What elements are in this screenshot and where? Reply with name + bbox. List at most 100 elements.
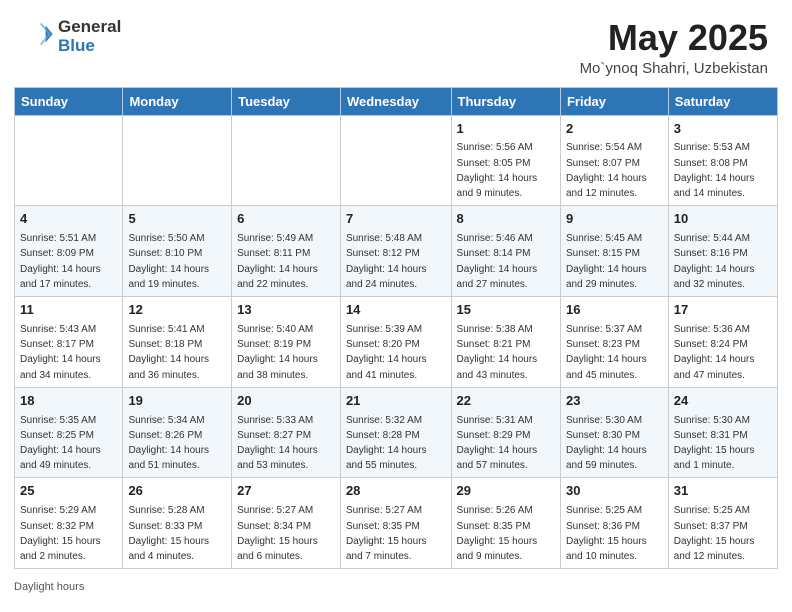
calendar-week-2: 4Sunrise: 5:51 AM Sunset: 8:09 PM Daylig… xyxy=(15,206,778,297)
calendar-cell xyxy=(340,115,451,206)
day-info: Sunrise: 5:32 AM Sunset: 8:28 PM Dayligh… xyxy=(346,415,427,472)
calendar-cell: 21 Sunrise: 5:32 AM Sunset: 8:28 PM Dayli… xyxy=(340,387,451,478)
day-info: Sunrise: 5:36 AM Sunset: 8:24 PM Dayligh… xyxy=(674,324,755,381)
day-info: Sunrise: 5:31 AM Sunset: 8:29 PM Dayligh… xyxy=(457,415,538,472)
calendar-cell xyxy=(123,115,232,206)
day-number: 12 xyxy=(128,301,226,320)
calendar-week-1: 1Sunrise: 5:56 AM Sunset: 8:05 PM Daylig… xyxy=(15,115,778,206)
calendar-cell: 2Sunrise: 5:54 AM Sunset: 8:07 PM Daylig… xyxy=(560,115,668,206)
calendar-cell: 12 Sunrise: 5:41 AM Sunset: 8:18 PM Dayli… xyxy=(123,297,232,388)
day-number: 18 xyxy=(20,392,117,411)
calendar-cell: 13 Sunrise: 5:40 AM Sunset: 8:19 PM Dayli… xyxy=(232,297,341,388)
calendar-week-5: 25 Sunrise: 5:29 AM Sunset: 8:32 PM Dayli… xyxy=(15,478,778,569)
calendar-cell xyxy=(15,115,123,206)
day-number: 25 xyxy=(20,482,117,501)
calendar-cell: 31Sunrise: 5:25 AM Sunset: 8:37 PM Dayli… xyxy=(668,478,777,569)
month-title: May 2025 xyxy=(580,18,768,58)
calendar-header: SundayMondayTuesdayWednesdayThursdayFrid… xyxy=(15,87,778,115)
day-number: 17 xyxy=(674,301,772,320)
day-info: Sunrise: 5:44 AM Sunset: 8:16 PM Dayligh… xyxy=(674,233,755,290)
day-info: Sunrise: 5:29 AM Sunset: 8:32 PM Dayligh… xyxy=(20,505,101,562)
logo-line1: General xyxy=(58,18,121,37)
day-info: Sunrise: 5:48 AM Sunset: 8:12 PM Dayligh… xyxy=(346,233,427,290)
day-number: 29 xyxy=(457,482,555,501)
calendar-wrap: SundayMondayTuesdayWednesdayThursdayFrid… xyxy=(0,87,792,580)
day-number: 28 xyxy=(346,482,446,501)
day-info: Sunrise: 5:27 AM Sunset: 8:34 PM Dayligh… xyxy=(237,505,318,562)
calendar-cell xyxy=(232,115,341,206)
location: Mo`ynoq Shahri, Uzbekistan xyxy=(580,60,768,77)
day-info: Sunrise: 5:30 AM Sunset: 8:31 PM Dayligh… xyxy=(674,415,755,472)
day-info: Sunrise: 5:30 AM Sunset: 8:30 PM Dayligh… xyxy=(566,415,647,472)
day-number: 10 xyxy=(674,210,772,229)
day-number: 19 xyxy=(128,392,226,411)
day-info: Sunrise: 5:33 AM Sunset: 8:27 PM Dayligh… xyxy=(237,415,318,472)
day-number: 20 xyxy=(237,392,335,411)
calendar-cell: 14 Sunrise: 5:39 AM Sunset: 8:20 PM Dayli… xyxy=(340,297,451,388)
calendar-cell: 16 Sunrise: 5:37 AM Sunset: 8:23 PM Dayli… xyxy=(560,297,668,388)
day-number: 5 xyxy=(128,210,226,229)
day-info: Sunrise: 5:34 AM Sunset: 8:26 PM Dayligh… xyxy=(128,415,209,472)
calendar-cell: 20 Sunrise: 5:33 AM Sunset: 8:27 PM Dayli… xyxy=(232,387,341,478)
day-header-sunday: Sunday xyxy=(15,87,123,115)
day-info: Sunrise: 5:50 AM Sunset: 8:10 PM Dayligh… xyxy=(128,233,209,290)
calendar-table: SundayMondayTuesdayWednesdayThursdayFrid… xyxy=(14,87,778,570)
day-info: Sunrise: 5:53 AM Sunset: 8:08 PM Dayligh… xyxy=(674,142,755,199)
day-number: 2 xyxy=(566,120,663,139)
day-info: Sunrise: 5:25 AM Sunset: 8:36 PM Dayligh… xyxy=(566,505,647,562)
logo: General Blue xyxy=(24,18,121,55)
title-block: May 2025 Mo`ynoq Shahri, Uzbekistan xyxy=(580,18,768,77)
day-number: 26 xyxy=(128,482,226,501)
day-info: Sunrise: 5:39 AM Sunset: 8:20 PM Dayligh… xyxy=(346,324,427,381)
day-number: 3 xyxy=(674,120,772,139)
calendar-cell: 19 Sunrise: 5:34 AM Sunset: 8:26 PM Dayli… xyxy=(123,387,232,478)
day-number: 13 xyxy=(237,301,335,320)
day-number: 14 xyxy=(346,301,446,320)
day-header-saturday: Saturday xyxy=(668,87,777,115)
day-number: 24 xyxy=(674,392,772,411)
calendar-cell: 24 Sunrise: 5:30 AM Sunset: 8:31 PM Dayli… xyxy=(668,387,777,478)
calendar-week-4: 18 Sunrise: 5:35 AM Sunset: 8:25 PM Dayli… xyxy=(15,387,778,478)
calendar-cell: 28Sunrise: 5:27 AM Sunset: 8:35 PM Dayli… xyxy=(340,478,451,569)
day-info: Sunrise: 5:45 AM Sunset: 8:15 PM Dayligh… xyxy=(566,233,647,290)
logo-line2: Blue xyxy=(58,37,121,56)
day-number: 8 xyxy=(457,210,555,229)
calendar-cell: 4Sunrise: 5:51 AM Sunset: 8:09 PM Daylig… xyxy=(15,206,123,297)
day-number: 16 xyxy=(566,301,663,320)
day-header-tuesday: Tuesday xyxy=(232,87,341,115)
calendar-cell: 6Sunrise: 5:49 AM Sunset: 8:11 PM Daylig… xyxy=(232,206,341,297)
calendar-cell: 22Sunrise: 5:31 AM Sunset: 8:29 PM Dayli… xyxy=(451,387,560,478)
day-number: 27 xyxy=(237,482,335,501)
day-info: Sunrise: 5:46 AM Sunset: 8:14 PM Dayligh… xyxy=(457,233,538,290)
calendar-cell: 7 Sunrise: 5:48 AM Sunset: 8:12 PM Daylig… xyxy=(340,206,451,297)
day-info: Sunrise: 5:41 AM Sunset: 8:18 PM Dayligh… xyxy=(128,324,209,381)
calendar-cell: 5 Sunrise: 5:50 AM Sunset: 8:10 PM Daylig… xyxy=(123,206,232,297)
day-number: 9 xyxy=(566,210,663,229)
day-number: 7 xyxy=(346,210,446,229)
day-info: Sunrise: 5:28 AM Sunset: 8:33 PM Dayligh… xyxy=(128,505,209,562)
day-info: Sunrise: 5:26 AM Sunset: 8:35 PM Dayligh… xyxy=(457,505,538,562)
day-number: 11 xyxy=(20,301,117,320)
page-header: General Blue May 2025 Mo`ynoq Shahri, Uz… xyxy=(0,0,792,87)
day-info: Sunrise: 5:37 AM Sunset: 8:23 PM Dayligh… xyxy=(566,324,647,381)
calendar-cell: 1Sunrise: 5:56 AM Sunset: 8:05 PM Daylig… xyxy=(451,115,560,206)
day-info: Sunrise: 5:56 AM Sunset: 8:05 PM Dayligh… xyxy=(457,142,538,199)
day-header-friday: Friday xyxy=(560,87,668,115)
day-number: 15 xyxy=(457,301,555,320)
calendar-cell: 23Sunrise: 5:30 AM Sunset: 8:30 PM Dayli… xyxy=(560,387,668,478)
day-info: Sunrise: 5:35 AM Sunset: 8:25 PM Dayligh… xyxy=(20,415,101,472)
day-number: 30 xyxy=(566,482,663,501)
day-number: 21 xyxy=(346,392,446,411)
calendar-cell: 9 Sunrise: 5:45 AM Sunset: 8:15 PM Daylig… xyxy=(560,206,668,297)
day-number: 6 xyxy=(237,210,335,229)
calendar-cell: 27 Sunrise: 5:27 AM Sunset: 8:34 PM Dayli… xyxy=(232,478,341,569)
day-info: Sunrise: 5:43 AM Sunset: 8:17 PM Dayligh… xyxy=(20,324,101,381)
calendar-cell: 3 Sunrise: 5:53 AM Sunset: 8:08 PM Daylig… xyxy=(668,115,777,206)
day-info: Sunrise: 5:51 AM Sunset: 8:09 PM Dayligh… xyxy=(20,233,101,290)
calendar-cell: 29 Sunrise: 5:26 AM Sunset: 8:35 PM Dayli… xyxy=(451,478,560,569)
day-info: Sunrise: 5:40 AM Sunset: 8:19 PM Dayligh… xyxy=(237,324,318,381)
calendar-cell: 30 Sunrise: 5:25 AM Sunset: 8:36 PM Dayli… xyxy=(560,478,668,569)
day-number: 31 xyxy=(674,482,772,501)
calendar-cell: 18 Sunrise: 5:35 AM Sunset: 8:25 PM Dayli… xyxy=(15,387,123,478)
calendar-cell: 8 Sunrise: 5:46 AM Sunset: 8:14 PM Daylig… xyxy=(451,206,560,297)
